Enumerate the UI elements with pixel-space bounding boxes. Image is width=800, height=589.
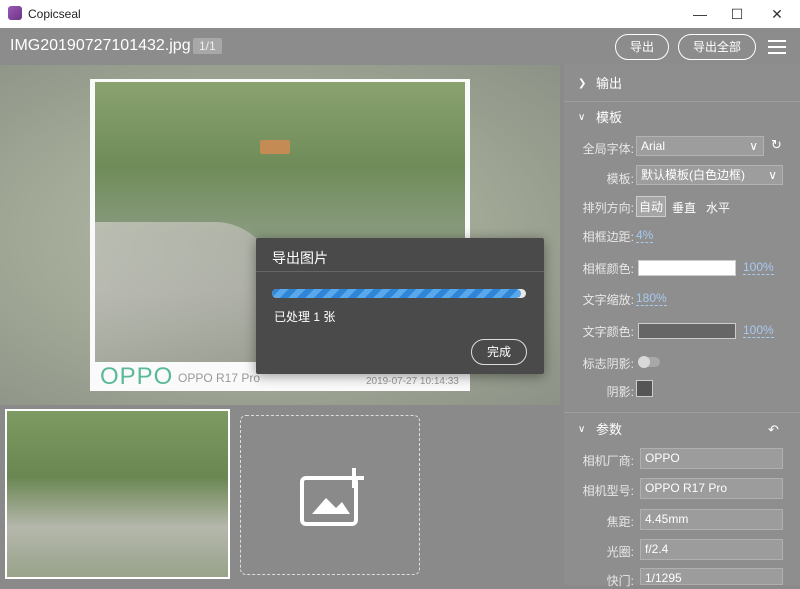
text-opacity-value[interactable]: 100% [743, 323, 774, 338]
layout-option-horizontal[interactable]: 水平 [706, 199, 730, 216]
pavilion-detail [260, 140, 290, 154]
shadow-color-swatch[interactable] [636, 380, 653, 397]
frame-color-label: 相框颜色: [582, 262, 634, 276]
layout-option-vertical[interactable]: 垂直 [672, 199, 696, 216]
shutter-label: 快门: [606, 574, 634, 588]
progress-fill [272, 289, 521, 298]
camera-model-caption: OPPO R17 Pro [178, 371, 261, 385]
section-params[interactable]: ∨ 参数 [564, 413, 800, 447]
chevron-down-icon: ∨ [578, 112, 586, 123]
maximize-button[interactable]: ☐ [717, 0, 757, 28]
camera-model-label: 相机型号: [582, 484, 634, 498]
close-button[interactable]: ✕ [757, 0, 797, 28]
layout-direction-label: 排列方向: [582, 201, 634, 215]
chevron-down-icon: ∨ [749, 139, 758, 153]
toolbar: IMG20190727101432.jpg 1/1 导出 导出全部 [0, 28, 800, 65]
focal-length-label: 焦距: [606, 515, 634, 529]
aperture-field[interactable]: f/2.4 [640, 539, 783, 560]
done-button[interactable]: 完成 [471, 339, 527, 365]
section-template[interactable]: ∨ 模板 [564, 101, 800, 135]
section-output[interactable]: ❯ 输出 [564, 67, 800, 101]
dialog-status: 已处理 1 张 [274, 310, 336, 324]
camera-maker-field[interactable]: OPPO [640, 448, 783, 469]
global-font-label: 全局字体: [582, 142, 634, 156]
export-button[interactable]: 导出 [615, 34, 669, 60]
focal-length-field[interactable]: 4.45mm [640, 509, 783, 530]
text-color-label: 文字颜色: [582, 325, 634, 339]
add-image-slot[interactable] [240, 415, 420, 575]
app-logo-icon [8, 6, 22, 20]
app-title: Copicseal [28, 7, 81, 21]
text-color-swatch[interactable] [638, 323, 736, 339]
frame-margin-value[interactable]: 4% [636, 228, 654, 243]
settings-panel: ❯ 输出 ∨ 模板 全局字体: Arial ∨ ↻ 模板: 默认模板(白色边框)… [564, 65, 800, 588]
template-select[interactable]: 默认模板(白色边框) ∨ [636, 165, 783, 185]
refresh-icon[interactable]: ↻ [771, 137, 782, 153]
shadow-label: 阴影: [606, 385, 634, 399]
page-indicator: 1/1 [193, 38, 222, 54]
chevron-down-icon: ∨ [768, 168, 777, 182]
thumbnail-strip [0, 405, 560, 585]
frame-color-swatch[interactable] [638, 260, 736, 276]
chevron-down-icon: ∨ [578, 424, 586, 435]
camera-model-field[interactable]: OPPO R17 Pro [640, 478, 783, 499]
text-scale-label: 文字缩放: [582, 293, 634, 307]
shutter-field[interactable]: 1/1295 [640, 568, 783, 585]
dialog-title: 导出图片 [272, 250, 328, 266]
reset-icon[interactable]: ↶ [768, 422, 779, 438]
camera-maker-label: 相机厂商: [582, 454, 634, 468]
export-dialog: 导出图片 已处理 1 张 完成 [256, 238, 544, 374]
add-image-icon [300, 468, 364, 526]
menu-icon[interactable] [768, 40, 786, 54]
frame-margin-label: 相框边距: [582, 230, 634, 244]
brand-logo: OPPO [100, 363, 174, 390]
aperture-label: 光圈: [606, 545, 634, 559]
title-bar: Copicseal — ☐ ✕ [0, 0, 800, 28]
export-progress-bar [272, 289, 526, 298]
layout-option-auto[interactable]: 自动 [636, 196, 667, 217]
logo-shadow-toggle[interactable] [638, 356, 660, 368]
export-all-button[interactable]: 导出全部 [678, 34, 756, 60]
text-scale-value[interactable]: 180% [636, 291, 667, 306]
thumbnail-item[interactable] [5, 409, 230, 579]
logo-shadow-label: 标志阴影: [582, 357, 634, 371]
file-name: IMG20190727101432.jpg [10, 37, 191, 54]
frame-opacity-value[interactable]: 100% [743, 260, 774, 275]
global-font-select[interactable]: Arial ∨ [636, 136, 764, 156]
template-label: 模板: [606, 172, 634, 186]
chevron-right-icon: ❯ [578, 78, 587, 89]
photo-date: 2019-07-27 10:14:33 [366, 376, 459, 387]
minimize-button[interactable]: — [680, 0, 720, 28]
